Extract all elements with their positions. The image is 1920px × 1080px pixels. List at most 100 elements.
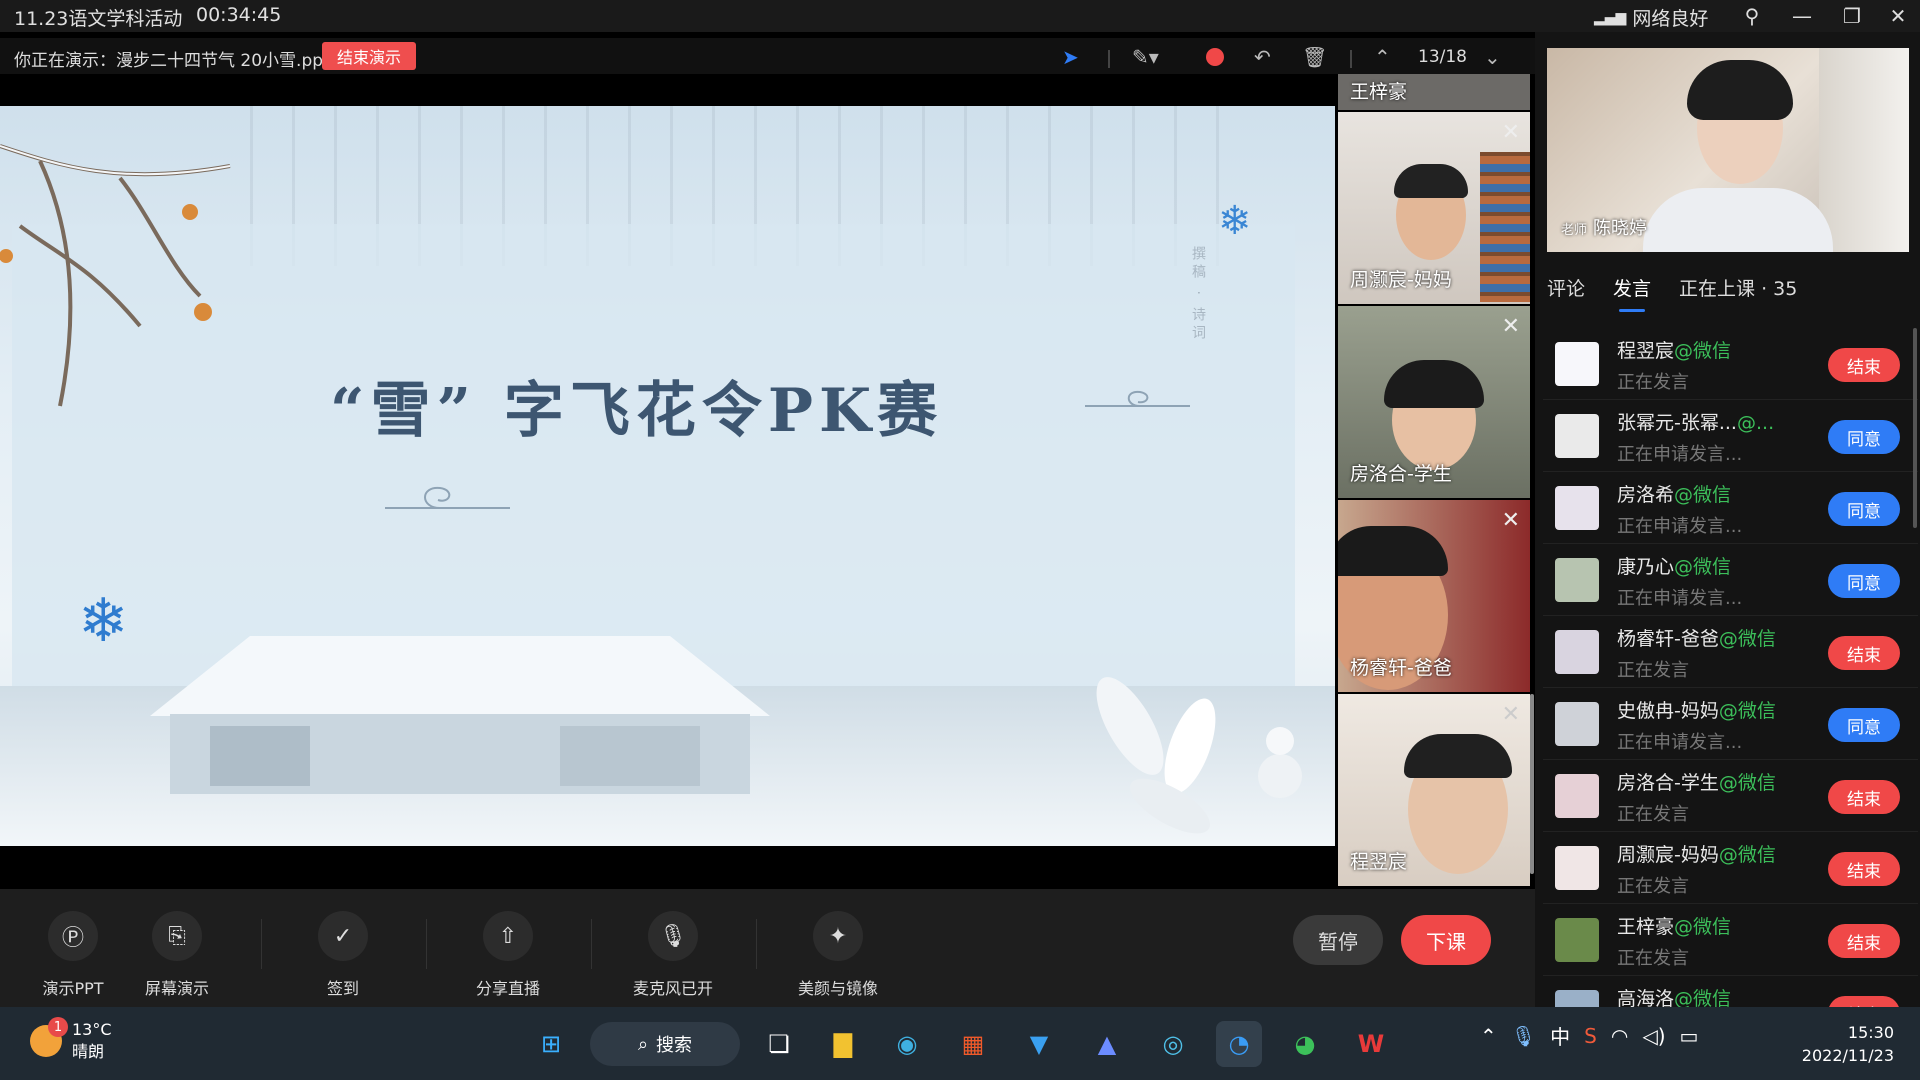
speaker-action-button[interactable]: 同意 (1828, 564, 1900, 598)
speaker-action-button[interactable]: 结束 (1828, 348, 1900, 382)
chevron-up-icon[interactable]: ⌃ (1480, 1024, 1497, 1048)
speaker-name: 张幂元-张幂...@... (1617, 412, 1775, 434)
toolbar-divider (261, 919, 262, 969)
toolbar-divider (426, 919, 427, 969)
start-button[interactable]: ⊞ (528, 1021, 574, 1067)
speaker-name: 杨睿轩-爸爸@微信 (1617, 628, 1776, 650)
toolbar-divider (756, 919, 757, 969)
teacher-video[interactable]: 老师 陈晓婷 (1547, 48, 1909, 252)
presentation-bar: 你正在演示：漫步二十四节气 20小雪.pptx 结束演示 ➤ ✎▾ ↶ 🗑 ⌃ … (0, 38, 1535, 74)
presentation-slide: ❄ ❄ “雪” 字飞花令PK赛 撰稿 · 诗词 (0, 106, 1335, 846)
taskbar-search[interactable]: ⌕ 搜索 (590, 1022, 740, 1066)
close-tile-icon[interactable]: ✕ (1502, 314, 1520, 339)
eye-app-icon[interactable]: ◎ (1150, 1021, 1196, 1067)
share-live-button[interactable]: ⇧ 分享直播 (453, 911, 563, 999)
screen-share-button[interactable]: ⎘ 屏幕演示 (122, 911, 232, 999)
speaker-action-button[interactable]: 结束 (1828, 780, 1900, 814)
microphone-button[interactable]: 🎙 麦克风已开 (618, 911, 728, 999)
toolbar-divider (591, 919, 592, 969)
share-live-label: 分享直播 (475, 979, 540, 998)
battery-icon[interactable]: ▭ (1680, 1024, 1699, 1048)
close-tile-icon[interactable]: ✕ (1502, 508, 1520, 533)
speaker-action-button[interactable]: 同意 (1828, 420, 1900, 454)
participant-hair (1394, 164, 1468, 198)
video-tile[interactable]: ✕ 房洛合-学生 (1338, 306, 1530, 498)
undo-icon[interactable]: ↶ (1254, 44, 1271, 70)
close-button[interactable]: ✕ (1876, 0, 1920, 32)
check-in-label: 签到 (326, 979, 359, 998)
temperature: 13°C (72, 1020, 112, 1039)
end-presentation-button[interactable]: 结束演示 (322, 42, 416, 70)
participant-hair (1687, 60, 1793, 120)
window-title: 11.23语文学科活动 (14, 8, 183, 30)
taskbar-clock[interactable]: 15:30 2022/11/23 (1800, 1021, 1894, 1067)
calendar-check-icon: ✓ (318, 911, 368, 961)
wifi-icon[interactable]: ◠ (1611, 1024, 1628, 1048)
microphone-icon[interactable]: 🎙 (1511, 1024, 1536, 1048)
video-tile[interactable]: 王梓豪 (1338, 74, 1530, 110)
pause-button[interactable]: 暂停 (1293, 915, 1383, 965)
speaker-row: 张幂元-张幂...@... 正在申请发言... 同意 (1543, 400, 1918, 472)
speaker-action-button[interactable]: 结束 (1828, 924, 1900, 958)
minimize-button[interactable]: — (1780, 0, 1824, 32)
classroom-app-icon[interactable]: ◔ (1216, 1021, 1262, 1067)
microphone-label: 麦克风已开 (632, 979, 713, 998)
snowflake-icon: ❄ (78, 586, 129, 656)
vee-app-icon[interactable]: ▼ (1016, 1021, 1062, 1067)
cloud-ornament (1085, 390, 1190, 407)
tab-comments[interactable]: 评论 (1547, 274, 1585, 304)
present-ppt-button[interactable]: Ⓟ 演示PPT (18, 911, 128, 999)
beauty-mirror-button[interactable]: ✦ 美颜与镜像 (783, 911, 893, 999)
video-tile[interactable]: ✕ 杨睿轩-爸爸 (1338, 500, 1530, 692)
speaker-action-button[interactable]: 结束 (1828, 636, 1900, 670)
close-tile-icon[interactable]: ✕ (1502, 120, 1520, 145)
speaker-status: 正在申请发言... (1617, 588, 1743, 609)
prev-page-icon[interactable]: ⌃ (1374, 44, 1391, 70)
record-icon[interactable] (1206, 44, 1224, 70)
video-tile[interactable]: ✕ 周灏宸-妈妈 (1338, 112, 1530, 304)
ppt-icon: Ⓟ (48, 911, 98, 961)
signal-icon: ▂▄▆ (1594, 9, 1627, 26)
maximize-button[interactable]: ❐ (1830, 0, 1874, 32)
tab-speak[interactable]: 发言 (1613, 274, 1651, 312)
speaker-name: 房洛合-学生@微信 (1617, 772, 1776, 794)
speaker-action-button[interactable]: 结束 (1828, 852, 1900, 886)
screen-share-label: 屏幕演示 (144, 979, 209, 998)
store-icon[interactable]: ▦ (950, 1021, 996, 1067)
speaker-status: 正在发言 (1617, 372, 1689, 393)
edge-browser-icon[interactable]: ◉ (884, 1021, 930, 1067)
wechat-icon[interactable]: ◕ (1282, 1021, 1328, 1067)
file-explorer-icon[interactable]: ▇ (820, 1021, 866, 1067)
ime-indicator[interactable]: 中 (1550, 1021, 1570, 1050)
avatar (1555, 486, 1599, 530)
pin-icon[interactable]: ⚲ (1730, 0, 1774, 32)
close-tile-icon[interactable]: ✕ (1502, 702, 1520, 727)
a-app-icon[interactable]: ▲ (1084, 1021, 1130, 1067)
check-in-button[interactable]: ✓ 签到 (288, 911, 398, 999)
speaker-status: 正在发言 (1617, 876, 1689, 897)
end-class-button[interactable]: 下课 (1401, 915, 1491, 965)
trash-icon[interactable]: 🗑 (1302, 44, 1327, 70)
tab-attendees[interactable]: 正在上课 · 35 (1679, 274, 1797, 304)
speaker-icon[interactable]: ◁) (1642, 1024, 1665, 1048)
student-video-column: 王梓豪 ✕ 周灏宸-妈妈 ✕ 房洛合-学生 ✕ 杨睿轩-爸爸 ✕ 程翌宸 (1338, 74, 1534, 886)
tile-scrollbar[interactable] (1530, 694, 1534, 874)
clock-time: 15:30 (1847, 1023, 1894, 1042)
weather-widget[interactable]: 1 13°C 晴朗 (30, 1017, 112, 1063)
snow-house-image (150, 636, 770, 794)
class-timer: 00:34:45 (196, 4, 282, 26)
speaker-action-button[interactable]: 同意 (1828, 708, 1900, 742)
next-page-icon[interactable]: ⌄ (1484, 44, 1501, 70)
avatar (1555, 630, 1599, 674)
tile-name: 周灏宸-妈妈 (1350, 269, 1452, 291)
pointer-icon[interactable]: ➤ (1062, 44, 1079, 70)
video-tile[interactable]: ✕ 程翌宸 (1338, 694, 1530, 886)
wps-icon[interactable]: W (1348, 1021, 1394, 1067)
task-view-icon[interactable]: ❏ (756, 1021, 802, 1067)
speaker-list-scrollbar[interactable] (1913, 328, 1917, 528)
sogou-icon[interactable]: S (1584, 1024, 1597, 1048)
pen-icon[interactable]: ✎▾ (1132, 44, 1159, 70)
speaker-action-button[interactable]: 同意 (1828, 492, 1900, 526)
avatar (1555, 414, 1599, 458)
tile-name: 杨睿轩-爸爸 (1350, 657, 1452, 679)
